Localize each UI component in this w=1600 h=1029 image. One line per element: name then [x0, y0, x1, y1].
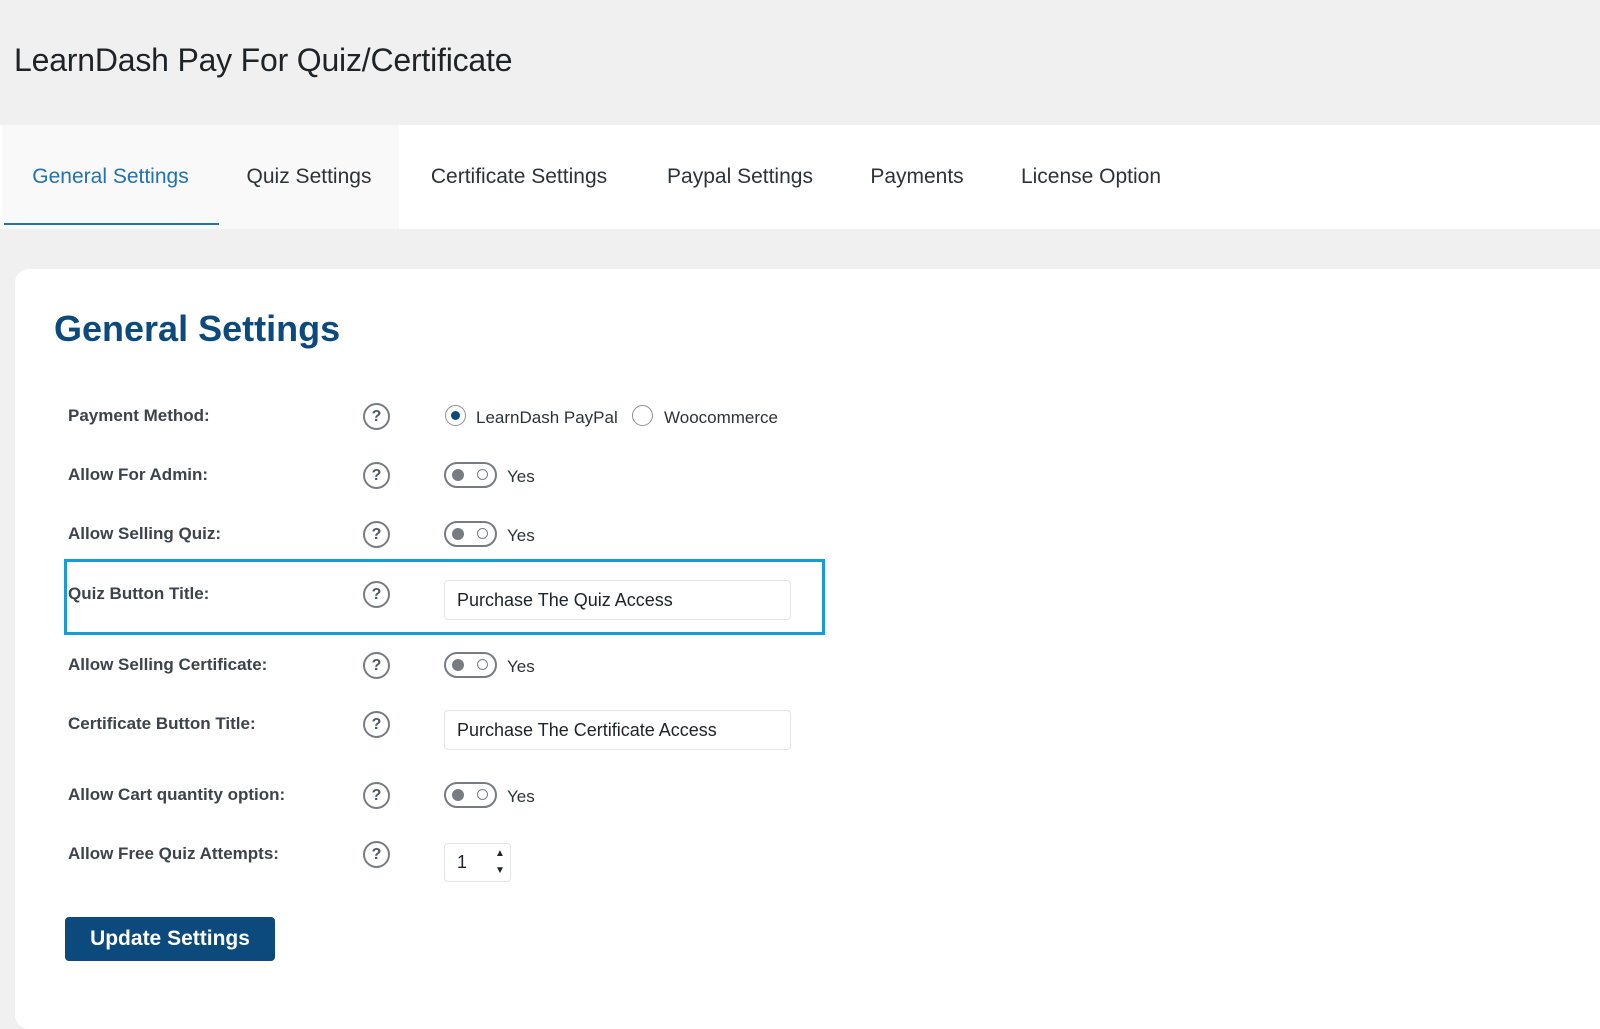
allow-cart-quantity-help-icon[interactable]: ?: [363, 782, 390, 809]
allow-free-quiz-attempts-label: Allow Free Quiz Attempts:: [68, 844, 279, 863]
tab-general-settings[interactable]: General Settings: [2, 125, 219, 229]
tab-quiz-settings[interactable]: Quiz Settings: [219, 125, 399, 229]
page-title: LearnDash Pay For Quiz/Certificate: [14, 42, 513, 78]
radio-learndash-paypal-label: LearnDash PayPal: [476, 408, 618, 427]
allow-selling-quiz-help-icon[interactable]: ?: [363, 521, 390, 548]
section-title: General Settings: [54, 308, 341, 349]
allow-selling-certificate-toggle-label: Yes: [507, 657, 535, 676]
allow-for-admin-label: Allow For Admin:: [68, 465, 209, 484]
allow-for-admin-toggle-label: Yes: [507, 467, 535, 486]
free-quiz-attempts-value: 1: [457, 852, 468, 872]
allow-selling-certificate-help-icon[interactable]: ?: [363, 652, 390, 679]
allow-cart-quantity-label: Allow Cart quantity option:: [68, 785, 286, 804]
stepper-down-icon[interactable]: ▼: [495, 864, 505, 878]
update-settings-button[interactable]: Update Settings: [65, 917, 275, 961]
tab-paypal-settings[interactable]: Paypal Settings: [639, 125, 841, 229]
quiz-button-title-input[interactable]: [444, 580, 791, 620]
allow-selling-quiz-toggle-label: Yes: [507, 526, 535, 545]
allow-free-quiz-attempts-help-icon[interactable]: ?: [363, 841, 390, 868]
payment-method-help-icon[interactable]: ?: [363, 403, 390, 430]
stepper-up-icon[interactable]: ▲: [495, 847, 505, 861]
allow-cart-quantity-toggle[interactable]: [444, 782, 497, 808]
payment-method-label: Payment Method:: [68, 406, 210, 425]
tab-payments[interactable]: Payments: [841, 125, 993, 229]
certificate-button-title-input[interactable]: [444, 710, 791, 750]
free-quiz-attempts-stepper[interactable]: 1 ▲ ▼: [444, 843, 511, 882]
quiz-button-title-help-icon[interactable]: ?: [363, 581, 390, 608]
certificate-button-title-label: Certificate Button Title:: [68, 714, 256, 733]
allow-selling-quiz-toggle[interactable]: [444, 521, 497, 547]
tab-bar: General Settings Quiz Settings Certifica…: [0, 125, 1600, 229]
radio-woocommerce[interactable]: [632, 405, 653, 426]
allow-selling-quiz-label: Allow Selling Quiz:: [68, 524, 221, 543]
radio-woocommerce-label: Woocommerce: [664, 408, 778, 427]
allow-selling-certificate-label: Allow Selling Certificate:: [68, 655, 268, 674]
allow-cart-quantity-toggle-label: Yes: [507, 787, 535, 806]
allow-for-admin-toggle[interactable]: [444, 462, 497, 488]
allow-for-admin-help-icon[interactable]: ?: [363, 462, 390, 489]
allow-selling-certificate-toggle[interactable]: [444, 652, 497, 678]
certificate-button-title-help-icon[interactable]: ?: [363, 711, 390, 738]
tab-license-option[interactable]: License Option: [993, 125, 1189, 229]
radio-learndash-paypal[interactable]: [445, 405, 466, 426]
settings-card: [15, 269, 1600, 1029]
quiz-button-title-label: Quiz Button Title:: [68, 584, 210, 603]
tab-certificate-settings[interactable]: Certificate Settings: [399, 125, 639, 229]
